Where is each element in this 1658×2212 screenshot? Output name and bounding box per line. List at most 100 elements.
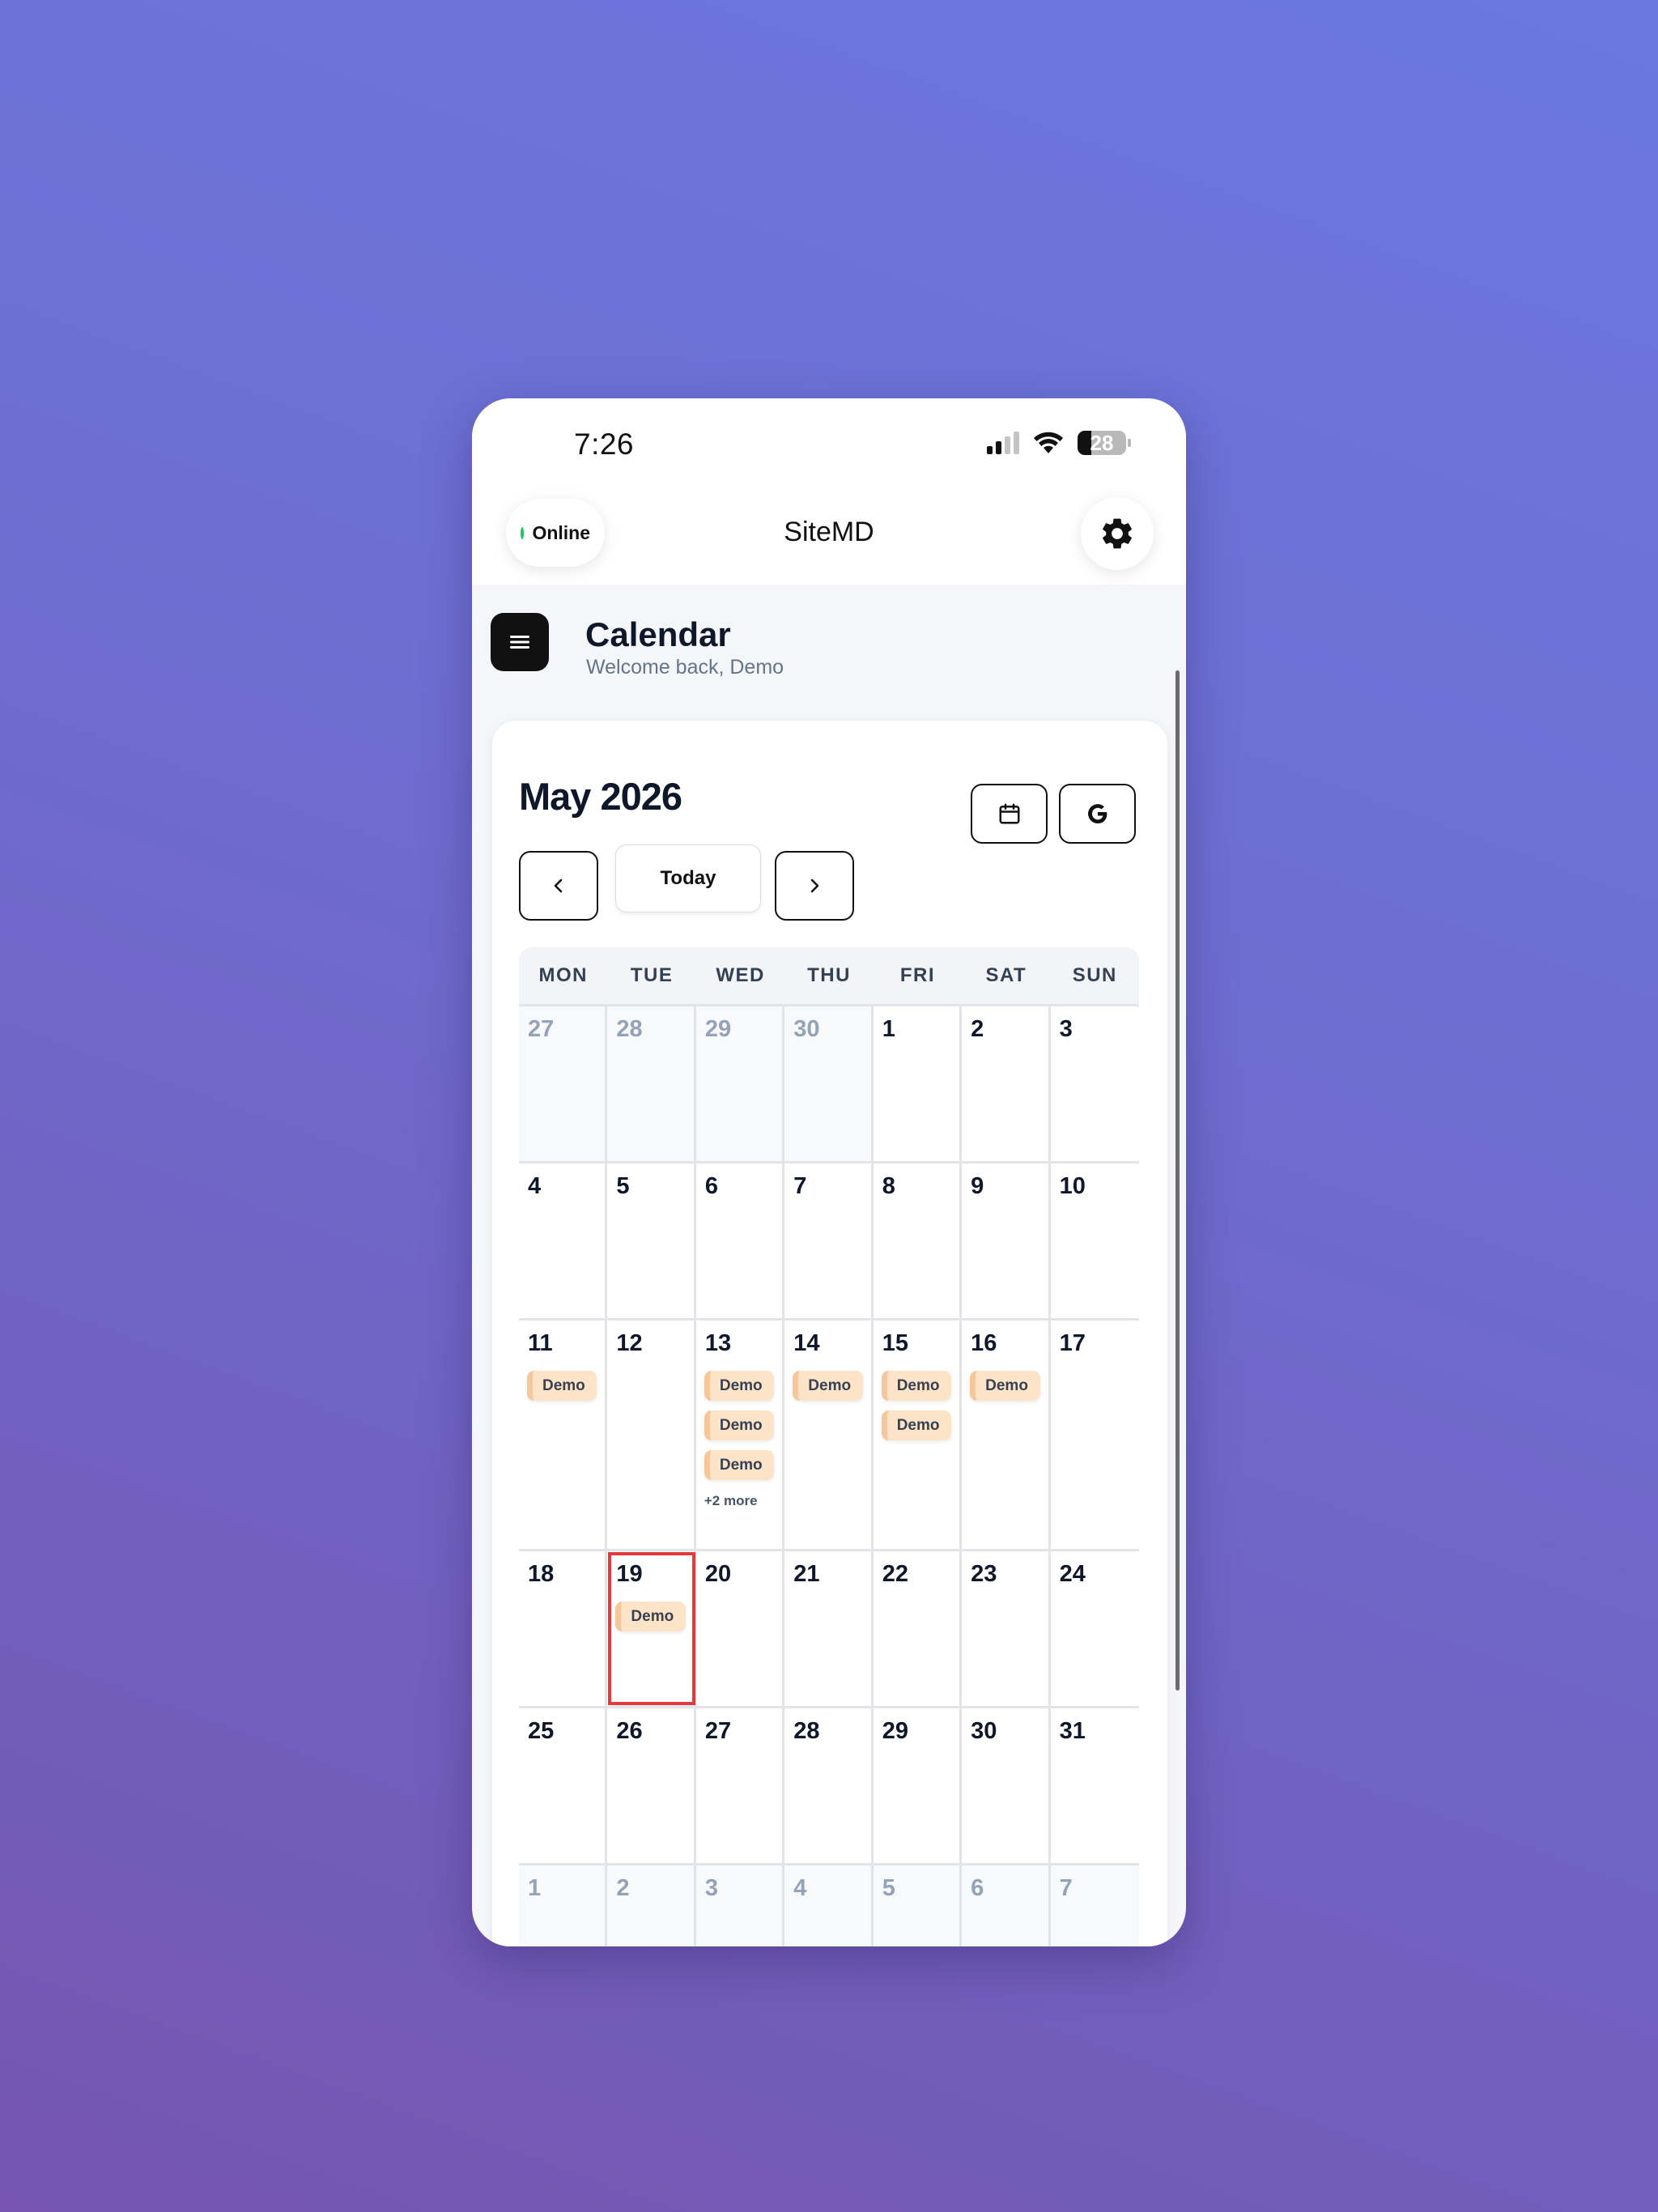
prev-month-button[interactable]	[519, 851, 598, 921]
page-subtitle: Welcome back, Demo	[586, 656, 784, 678]
calendar-day[interactable]: 10	[1050, 1163, 1139, 1318]
calendar-day[interactable]: 21	[784, 1551, 874, 1706]
day-events: Demo	[615, 1602, 686, 1631]
calendar-day[interactable]: 5	[607, 1163, 696, 1318]
calendar-day[interactable]: 15 Demo Demo	[873, 1321, 963, 1549]
calendar-day[interactable]: 7	[784, 1163, 874, 1318]
calendar-day[interactable]: 2	[607, 1865, 696, 1946]
weekday-label: THU	[807, 964, 851, 986]
day-events: Demo	[970, 1371, 1040, 1401]
day-events: Demo	[527, 1371, 597, 1401]
event-chip[interactable]: Demo	[793, 1371, 863, 1401]
day-events: Demo Demo	[881, 1371, 952, 1440]
event-chip[interactable]: Demo	[615, 1602, 686, 1631]
calendar-day[interactable]: 24	[1050, 1551, 1139, 1706]
scrollbar[interactable]	[1175, 670, 1180, 1691]
menu-icon	[510, 636, 529, 649]
wifi-icon	[1032, 431, 1065, 455]
calendar-day[interactable]: 12	[607, 1321, 696, 1549]
day-number: 22	[882, 1561, 908, 1587]
event-title: Demo	[631, 1607, 674, 1625]
calendar-day[interactable]: 27	[519, 1006, 608, 1161]
calendar-week-row: 1 2 3 4 5 6 7	[519, 1865, 1139, 1946]
day-number: 6	[704, 1173, 718, 1199]
event-chip[interactable]: Demo	[704, 1410, 775, 1440]
weekday-label: TUE	[630, 964, 674, 986]
event-title: Demo	[985, 1376, 1028, 1394]
calendar-day[interactable]: 1	[873, 1006, 963, 1161]
calendar-day[interactable]: 28	[784, 1708, 874, 1863]
calendar-day[interactable]: 4	[519, 1163, 608, 1318]
event-chip[interactable]: Demo	[881, 1371, 952, 1401]
calendar-day[interactable]: 7	[1050, 1865, 1139, 1946]
calendar-day[interactable]: 23	[962, 1551, 1051, 1706]
calendar-day[interactable]: 17	[1050, 1321, 1139, 1549]
calendar-day[interactable]: 29	[873, 1708, 963, 1863]
day-number: 23	[971, 1561, 997, 1587]
event-title: Demo	[542, 1376, 585, 1394]
event-chip[interactable]: Demo	[704, 1371, 775, 1401]
calendar-day[interactable]: 31	[1050, 1708, 1139, 1863]
next-month-button[interactable]	[775, 851, 854, 921]
day-number: 10	[1059, 1173, 1086, 1199]
chevron-left-icon	[554, 878, 563, 893]
calendar-day[interactable]: 6	[695, 1163, 785, 1318]
calendar-grid: MON TUE WED THU FRI SAT SUN 27 28 29 30 1 2 3 4 5 6 7 8 9 1…	[519, 947, 1139, 1946]
calendar-day[interactable]: 18	[519, 1551, 608, 1706]
google-sync-button[interactable]	[1059, 784, 1136, 844]
more-events-link[interactable]: +2 more	[704, 1493, 774, 1509]
calendar-day[interactable]: 13 Demo Demo Demo +2 more	[695, 1321, 785, 1549]
google-icon	[1087, 804, 1107, 823]
calendar-day[interactable]: 27	[695, 1708, 785, 1863]
event-chip[interactable]: Demo	[881, 1410, 952, 1440]
event-chip[interactable]: Demo	[704, 1450, 775, 1480]
calendar-day[interactable]: 6	[962, 1865, 1051, 1946]
calendar-day[interactable]: 25	[519, 1708, 608, 1863]
day-number: 14	[793, 1330, 820, 1356]
calendar-day[interactable]: 30	[784, 1006, 874, 1161]
calendar-day-today[interactable]: 19 Demo	[607, 1551, 696, 1706]
calendar-day[interactable]: 2	[962, 1006, 1051, 1161]
calendar-day[interactable]: 26	[607, 1708, 696, 1863]
event-title: Demo	[896, 1376, 940, 1394]
battery-level: 28	[1090, 430, 1114, 455]
calendar-day[interactable]: 11 Demo	[519, 1321, 608, 1549]
calendar-day[interactable]: 28	[607, 1006, 696, 1161]
calendar-day[interactable]: 3	[695, 1865, 785, 1946]
day-number: 25	[528, 1718, 555, 1744]
weekday-label: SUN	[1072, 964, 1117, 986]
calendar-day[interactable]: 9	[962, 1163, 1051, 1318]
calendar-day[interactable]: 22	[873, 1551, 963, 1706]
day-events: Demo	[793, 1371, 863, 1401]
day-number: 5	[616, 1173, 630, 1199]
settings-button[interactable]	[1081, 497, 1154, 570]
calendar-day[interactable]: 20	[695, 1551, 785, 1706]
calendar-day[interactable]: 4	[784, 1865, 874, 1946]
day-number: 13	[704, 1330, 732, 1356]
day-number: 31	[1059, 1718, 1086, 1744]
calendar-day[interactable]: 8	[873, 1163, 963, 1318]
calendar-day[interactable]: 1	[519, 1865, 608, 1946]
calendar-day[interactable]: 30	[962, 1708, 1051, 1863]
event-title: Demo	[896, 1416, 940, 1434]
day-number: 1	[528, 1875, 542, 1901]
calendar-day[interactable]: 3	[1050, 1006, 1139, 1161]
day-number: 27	[528, 1016, 555, 1042]
event-chip[interactable]: Demo	[527, 1371, 597, 1401]
event-chip[interactable]: Demo	[970, 1371, 1040, 1401]
menu-button[interactable]	[491, 613, 549, 671]
page-title: Calendar	[585, 615, 731, 653]
calendar-view-button[interactable]	[971, 784, 1048, 844]
day-number: 12	[616, 1330, 643, 1356]
calendar-day[interactable]: 29	[695, 1006, 785, 1161]
today-button[interactable]: Today	[615, 844, 761, 912]
day-number: 20	[704, 1561, 732, 1587]
calendar-icon	[999, 803, 1019, 824]
day-number: 18	[528, 1561, 555, 1587]
day-number: 17	[1059, 1330, 1086, 1356]
day-number: 16	[971, 1330, 997, 1356]
day-number: 30	[793, 1016, 820, 1042]
calendar-day[interactable]: 14 Demo	[784, 1321, 874, 1549]
calendar-day[interactable]: 5	[873, 1865, 963, 1946]
calendar-day[interactable]: 16 Demo	[962, 1321, 1051, 1549]
